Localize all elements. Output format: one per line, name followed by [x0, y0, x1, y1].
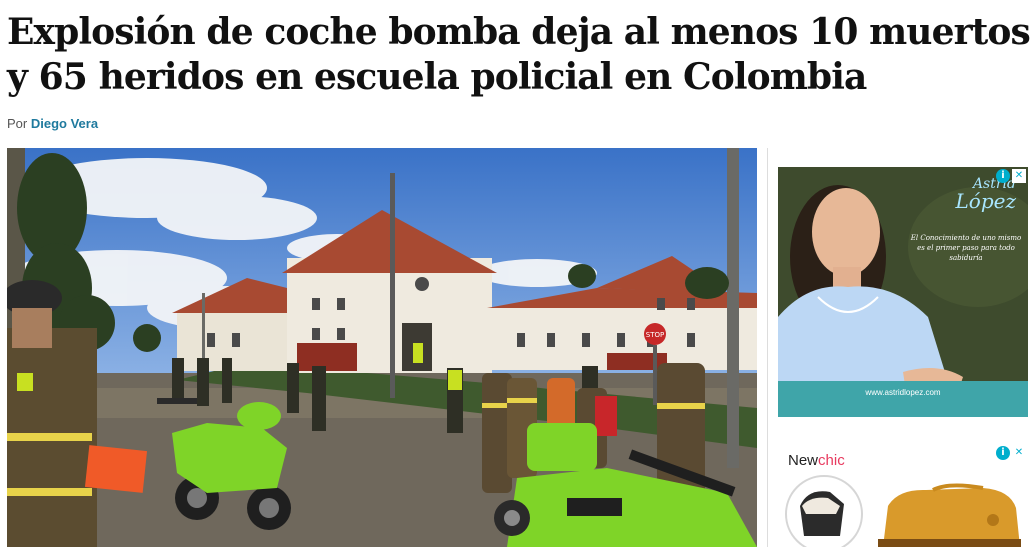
ad-info-icon[interactable]: i: [996, 446, 1010, 460]
ad-footer-bar: [778, 381, 1028, 417]
ad-brand-line2: López: [955, 189, 1017, 213]
explosion-scene-image: STOP: [7, 148, 757, 547]
article-photo: STOP: [7, 148, 757, 547]
ad-astrid-lopez[interactable]: Astrid López El Conocimiento de uno mism…: [778, 167, 1028, 417]
author-link[interactable]: Diego Vera: [31, 116, 98, 131]
byline-prefix: Por: [7, 116, 28, 131]
content-divider: [767, 148, 768, 547]
ad-choices-2: i ✕: [996, 446, 1026, 460]
article-headline: Explosión de coche bomba deja al menos 1…: [7, 11, 1031, 98]
ad-close-icon[interactable]: ✕: [1012, 169, 1026, 183]
ad-boots-image: [785, 475, 1021, 547]
ad-close-icon[interactable]: ✕: [1012, 446, 1026, 460]
ad-choices: i ✕: [996, 169, 1026, 183]
ad-tagline: El Conocimiento de uno mismo es el prime…: [910, 234, 1022, 262]
ad-info-icon[interactable]: i: [996, 169, 1010, 183]
stop-sign-text: STOP: [646, 331, 664, 339]
ad-url[interactable]: www.astridlopez.com: [778, 388, 1028, 397]
ad-newchic[interactable]: Newchic i ✕: [778, 444, 1028, 547]
byline: Por Diego Vera: [7, 116, 98, 131]
